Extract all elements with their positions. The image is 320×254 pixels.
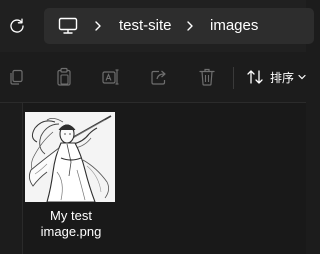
image-thumbnail bbox=[25, 112, 115, 202]
share-icon bbox=[151, 70, 166, 85]
breadcrumb-item-images[interactable]: images bbox=[210, 17, 258, 35]
sort-icon bbox=[247, 70, 263, 84]
file-item[interactable]: My test image.png bbox=[24, 110, 118, 244]
rename-button[interactable] bbox=[100, 65, 122, 89]
chevron-right-icon[interactable] bbox=[184, 18, 196, 34]
breadcrumb-item-test-site[interactable]: test-site bbox=[119, 17, 172, 35]
delete-button[interactable] bbox=[196, 65, 218, 89]
delete-icon bbox=[199, 68, 215, 86]
share-button[interactable] bbox=[148, 65, 170, 89]
copy-button[interactable] bbox=[5, 65, 27, 89]
paste-icon bbox=[57, 67, 71, 86]
paste-button[interactable] bbox=[53, 65, 75, 89]
refresh-icon bbox=[10, 18, 24, 33]
sort-label: 排序 bbox=[270, 70, 295, 85]
command-toolbar: 排序 bbox=[0, 52, 306, 103]
file-name-label[interactable]: My test image.png bbox=[20, 208, 122, 240]
toolbar-divider bbox=[233, 67, 234, 89]
breadcrumb[interactable]: test-site images bbox=[44, 8, 314, 44]
chevron-right-icon[interactable] bbox=[92, 18, 104, 34]
file-explorer-window: test-site images 排序 My test image.png bbox=[0, 0, 314, 254]
rename-icon bbox=[102, 69, 119, 85]
sort-button[interactable]: 排序 bbox=[246, 65, 306, 89]
chevron-down-icon bbox=[298, 74, 306, 80]
copy-icon bbox=[10, 69, 23, 85]
refresh-button[interactable] bbox=[4, 12, 30, 40]
ink-sketch-swordsman-illustration bbox=[25, 112, 115, 202]
this-pc-icon[interactable] bbox=[57, 16, 79, 36]
file-view[interactable]: My test image.png bbox=[0, 103, 306, 254]
address-bar-row: test-site images bbox=[0, 0, 314, 52]
